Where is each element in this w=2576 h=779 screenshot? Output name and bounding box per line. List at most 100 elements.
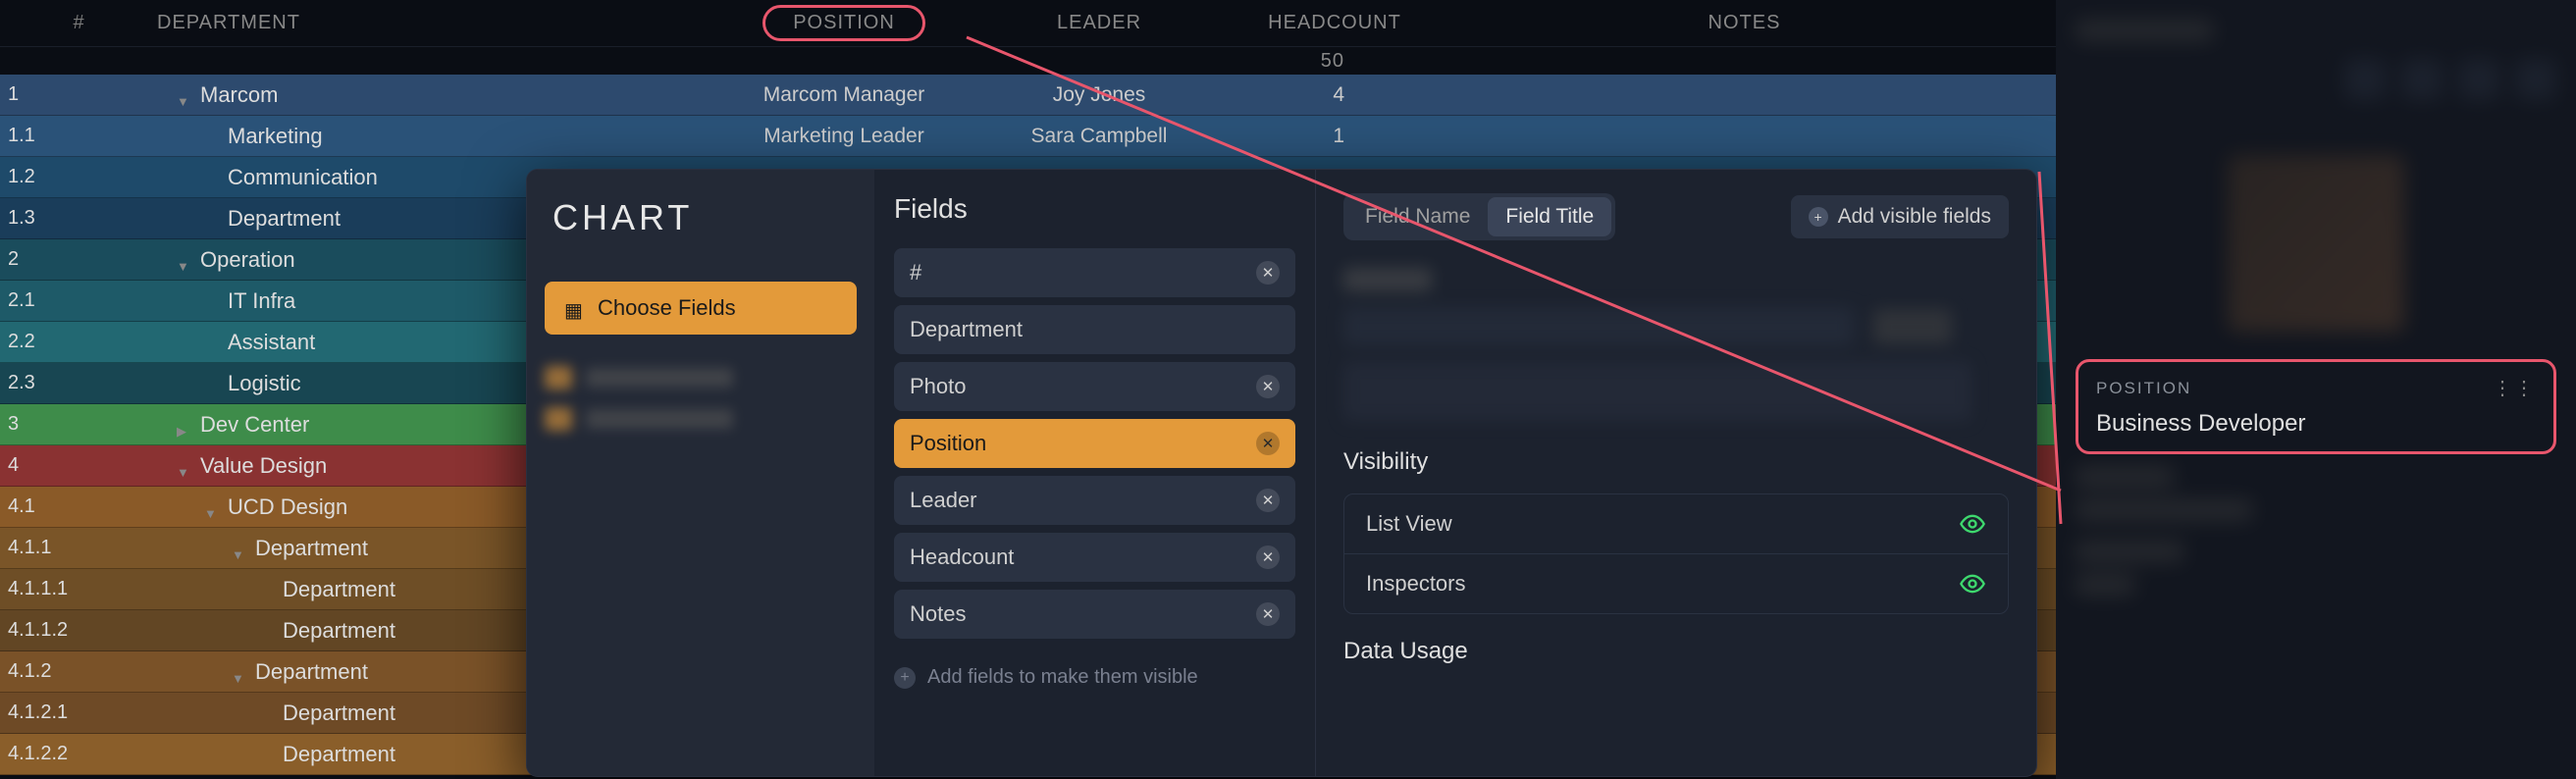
row-num: 1.3 — [0, 207, 157, 230]
blurred-options — [545, 366, 857, 431]
row-num: 2.3 — [0, 372, 157, 394]
row-num: 4.1.2 — [0, 660, 157, 683]
row-num: 4.1.1.1 — [0, 578, 157, 600]
position-highlight: POSITION — [762, 5, 925, 41]
visibility-title: Visibility — [1343, 448, 2009, 476]
row-dept: Marcom — [157, 82, 726, 108]
row-dept: Marketing — [157, 124, 726, 149]
row-num: 4.1.2.2 — [0, 743, 157, 765]
blurred-settings — [1343, 268, 2009, 421]
visibility-box: List View Inspectors — [1343, 493, 2009, 614]
field-pill-department[interactable]: Department — [894, 305, 1295, 354]
row-num: 2 — [0, 248, 157, 271]
toggle-field-title[interactable]: Field Title — [1488, 197, 1611, 236]
summary-row: 50 — [0, 47, 2056, 75]
col-notes-header[interactable]: NOTES — [1433, 12, 2056, 34]
more-icon[interactable]: ⋮⋮ — [2493, 376, 2536, 400]
remove-icon[interactable] — [1256, 261, 1280, 285]
visibility-row-listview[interactable]: List View — [1344, 494, 2008, 553]
position-label: POSITION — [2096, 379, 2191, 398]
remove-icon[interactable] — [1256, 375, 1280, 398]
eye-icon[interactable] — [1959, 510, 1986, 538]
chevron-icon[interactable] — [232, 663, 249, 681]
row-num: 1.2 — [0, 166, 157, 188]
field-pill-label: Leader — [910, 488, 977, 513]
choose-fields-button[interactable]: Choose Fields — [545, 282, 857, 335]
field-pill-label: # — [910, 260, 921, 286]
col-head-header[interactable]: HEADCOUNT — [1236, 12, 1433, 34]
remove-icon[interactable] — [1256, 602, 1280, 626]
chevron-icon[interactable] — [232, 540, 249, 557]
position-value[interactable]: Business Developer — [2096, 410, 2536, 438]
chevron-icon[interactable] — [204, 498, 222, 516]
remove-icon[interactable] — [1256, 545, 1280, 569]
row-leader: Sara Campbell — [962, 125, 1236, 148]
table-row[interactable]: 1.1MarketingMarketing LeaderSara Campbel… — [0, 116, 2056, 157]
row-num: 2.1 — [0, 289, 157, 312]
row-leader: Joy Jones — [962, 83, 1236, 107]
fields-list-panel: Fields # Department Photo Position Leader Hea… — [874, 170, 1316, 776]
position-field-highlight: POSITION ⋮⋮ Business Developer — [2076, 359, 2556, 454]
row-num: 4.1.1.2 — [0, 619, 157, 642]
field-pill-photo[interactable]: Photo — [894, 362, 1295, 411]
chevron-icon[interactable] — [177, 457, 194, 475]
field-pill-label: Position — [910, 431, 986, 456]
row-pos: Marketing Leader — [726, 125, 962, 148]
table-row[interactable]: 1MarcomMarcom ManagerJoy Jones4 — [0, 75, 2056, 116]
plus-icon — [1809, 207, 1828, 227]
chevron-icon[interactable] — [177, 86, 194, 104]
inspector-sidebar: POSITION ⋮⋮ Business Developer — [2056, 0, 2576, 779]
toggle-field-name[interactable]: Field Name — [1347, 197, 1488, 236]
photo-placeholder — [2228, 155, 2404, 332]
table-area: # DEPARTMENT POSITION LEADER HEADCOUNT N… — [0, 0, 2056, 779]
add-visible-label: Add visible fields — [1838, 205, 1991, 229]
col-num-header[interactable]: # — [0, 12, 157, 34]
field-pill-label: Photo — [910, 374, 967, 399]
add-fields-hint-label: Add fields to make them visible — [927, 666, 1198, 689]
field-pill-[interactable]: # — [894, 248, 1295, 297]
vis-label-inspectors: Inspectors — [1366, 571, 1466, 597]
chevron-icon[interactable] — [177, 416, 194, 434]
field-pill-label: Department — [910, 317, 1023, 342]
row-num: 1.1 — [0, 125, 157, 147]
field-pill-headcount[interactable]: Headcount — [894, 533, 1295, 582]
field-pill-position[interactable]: Position — [894, 419, 1295, 468]
data-usage-title: Data Usage — [1343, 638, 2009, 665]
summary-head: 50 — [1236, 50, 1433, 73]
row-num: 4 — [0, 454, 157, 477]
chart-title: CHART — [545, 197, 857, 238]
table-header: # DEPARTMENT POSITION LEADER HEADCOUNT N… — [0, 0, 2056, 47]
remove-icon[interactable] — [1256, 489, 1280, 512]
plus-icon — [894, 667, 916, 689]
field-pill-label: Notes — [910, 601, 966, 627]
row-num: 4.1.2.1 — [0, 701, 157, 724]
chevron-icon[interactable] — [177, 251, 194, 269]
field-settings-panel: Field Name Field Title Add visible field… — [1316, 170, 2036, 776]
add-visible-fields-button[interactable]: Add visible fields — [1791, 195, 2009, 238]
row-pos: Marcom Manager — [726, 83, 962, 107]
eye-icon[interactable] — [1959, 570, 1986, 597]
row-num: 1 — [0, 83, 157, 106]
row-head: 1 — [1236, 125, 1433, 148]
choose-fields-label: Choose Fields — [598, 295, 736, 321]
add-fields-hint[interactable]: Add fields to make them visible — [894, 666, 1295, 689]
field-pill-label: Headcount — [910, 545, 1014, 570]
field-pill-leader[interactable]: Leader — [894, 476, 1295, 525]
col-dept-header[interactable]: DEPARTMENT — [157, 12, 726, 34]
row-num: 4.1 — [0, 495, 157, 518]
row-head: 4 — [1236, 83, 1433, 107]
field-name-title-toggle[interactable]: Field Name Field Title — [1343, 193, 1615, 240]
fields-icon — [564, 297, 586, 319]
chart-modal: CHART Choose Fields Fields # Department Ph… — [526, 169, 2037, 777]
col-leader-header[interactable]: LEADER — [962, 12, 1236, 34]
row-num: 4.1.1 — [0, 537, 157, 559]
row-num: 2.2 — [0, 331, 157, 353]
visibility-row-inspectors[interactable]: Inspectors — [1344, 553, 2008, 613]
remove-icon[interactable] — [1256, 432, 1280, 455]
row-num: 3 — [0, 413, 157, 436]
col-pos-header[interactable]: POSITION — [726, 5, 962, 41]
modal-left-panel: CHART Choose Fields — [527, 170, 874, 776]
vis-label-listview: List View — [1366, 511, 1452, 537]
fields-title: Fields — [894, 193, 1295, 225]
field-pill-notes[interactable]: Notes — [894, 590, 1295, 639]
